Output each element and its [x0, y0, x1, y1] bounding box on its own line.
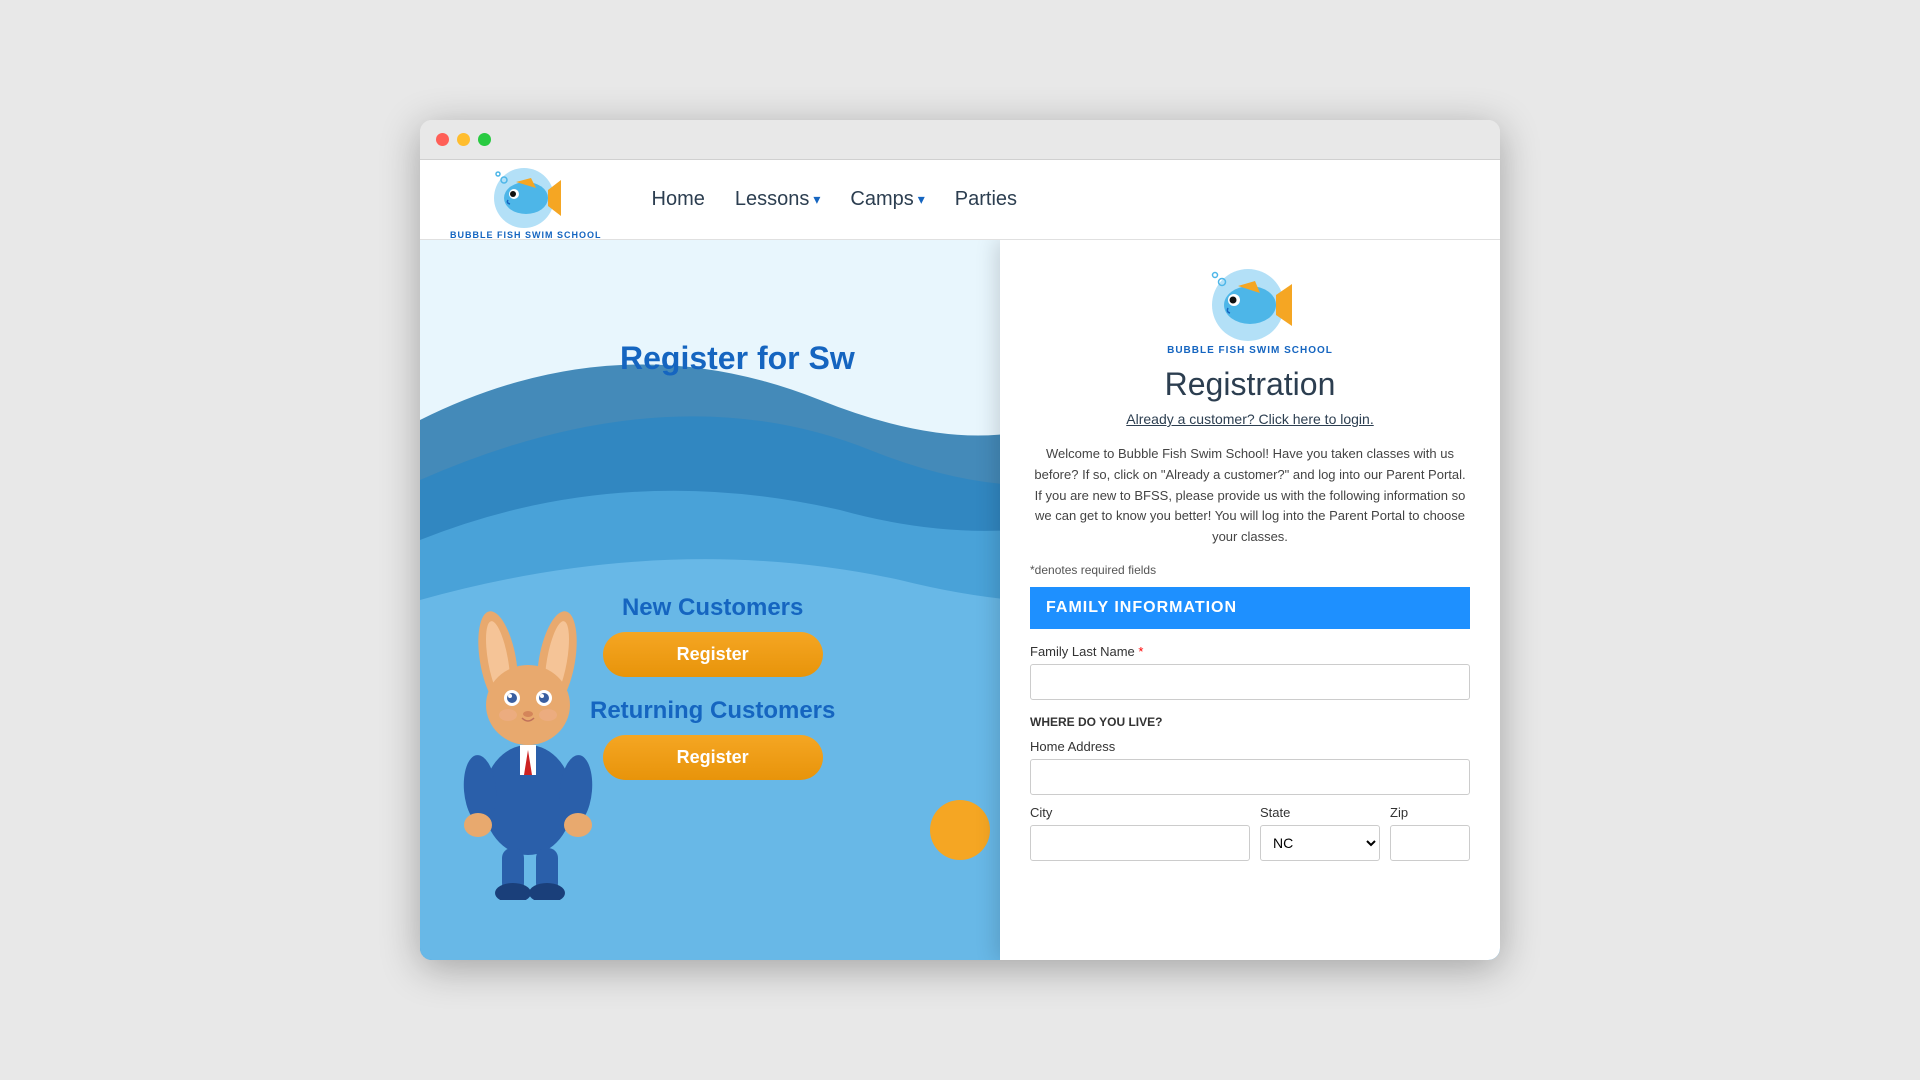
new-customers-block: New Customers Register	[603, 594, 823, 677]
hero-section: Register for Sw New Customers Register R…	[420, 240, 1500, 960]
minimize-button[interactable]	[457, 133, 470, 146]
reg-fish-logo	[1200, 260, 1300, 345]
family-last-name-group: Family Last Name *	[1030, 644, 1470, 700]
registration-title: Registration	[1030, 366, 1470, 403]
where-live-group: WHERE DO YOU LIVE? Home Address City Sta…	[1030, 715, 1470, 861]
reg-logo-text: BUBBLE FISH SWIM SCHOOL	[1167, 345, 1333, 356]
state-field: State NC ALAKAZAR CACOCTDE FLGAHIID ILIN…	[1260, 805, 1380, 861]
home-address-input[interactable]	[1030, 759, 1470, 795]
fish-logo-main	[486, 160, 566, 230]
returning-customers-title: Returning Customers	[590, 697, 835, 725]
nav-lessons[interactable]: Lessons ▾	[735, 188, 821, 211]
lessons-chevron-icon: ▾	[813, 191, 820, 208]
new-customers-title: New Customers	[622, 594, 803, 622]
home-address-label: Home Address	[1030, 739, 1470, 754]
family-last-name-input[interactable]	[1030, 664, 1470, 700]
zip-field: Zip	[1390, 805, 1470, 861]
login-link-area: Already a customer? Click here to login.	[1030, 411, 1470, 429]
login-link[interactable]: Already a customer? Click here to login.	[1126, 411, 1373, 427]
nav-camps[interactable]: Camps ▾	[850, 188, 924, 211]
address-row: City State NC ALAKAZAR CACOCTDE FLGAHIID	[1030, 805, 1470, 861]
city-label: City	[1030, 805, 1250, 820]
nav-home[interactable]: Home	[652, 188, 705, 211]
customers-section: New Customers Register Returning Custome…	[590, 594, 835, 780]
reg-logo-area: BUBBLE FISH SWIM SCHOOL	[1030, 260, 1470, 356]
maximize-button[interactable]	[478, 133, 491, 146]
city-field: City	[1030, 805, 1250, 861]
yellow-circle-decoration	[930, 800, 990, 860]
bunny-svg	[450, 600, 610, 900]
logo-area: BUBBLE FISH SWIM SCHOOL	[450, 160, 602, 240]
browser-window: BUBBLE FISH SWIM SCHOOL Home Lessons ▾ C…	[420, 120, 1500, 960]
camps-chevron-icon: ▾	[918, 191, 925, 208]
main-logo-text: BUBBLE FISH SWIM SCHOOL	[450, 230, 602, 240]
state-label: State	[1260, 805, 1380, 820]
city-input[interactable]	[1030, 825, 1250, 861]
family-info-header: FAMILY INFORMATION	[1030, 587, 1470, 629]
browser-titlebar	[420, 120, 1500, 160]
close-button[interactable]	[436, 133, 449, 146]
new-customers-register-button[interactable]: Register	[603, 632, 823, 677]
browser-content: BUBBLE FISH SWIM SCHOOL Home Lessons ▾ C…	[420, 160, 1500, 960]
zip-input[interactable]	[1390, 825, 1470, 861]
family-last-name-label: Family Last Name *	[1030, 644, 1470, 659]
registration-description: Welcome to Bubble Fish Swim School! Have…	[1030, 444, 1470, 548]
bunny-character	[450, 600, 610, 900]
website: BUBBLE FISH SWIM SCHOOL Home Lessons ▾ C…	[420, 160, 1500, 960]
nav-parties[interactable]: Parties	[955, 188, 1017, 211]
zip-label: Zip	[1390, 805, 1470, 820]
nav-links: Home Lessons ▾ Camps ▾ Parties	[652, 188, 1018, 211]
navbar: BUBBLE FISH SWIM SCHOOL Home Lessons ▾ C…	[420, 160, 1500, 240]
returning-customers-block: Returning Customers Register	[590, 697, 835, 780]
where-live-label: WHERE DO YOU LIVE?	[1030, 715, 1470, 729]
required-note: *denotes required fields	[1030, 563, 1470, 577]
returning-customers-register-button[interactable]: Register	[603, 735, 823, 780]
state-select[interactable]: NC ALAKAZAR CACOCTDE FLGAHIID ILINIAKS K…	[1260, 825, 1380, 861]
registration-panel: BUBBLE FISH SWIM SCHOOL Registration Alr…	[1000, 240, 1500, 960]
hero-headline: Register for Sw	[620, 340, 855, 377]
required-asterisk: *	[1138, 644, 1143, 659]
